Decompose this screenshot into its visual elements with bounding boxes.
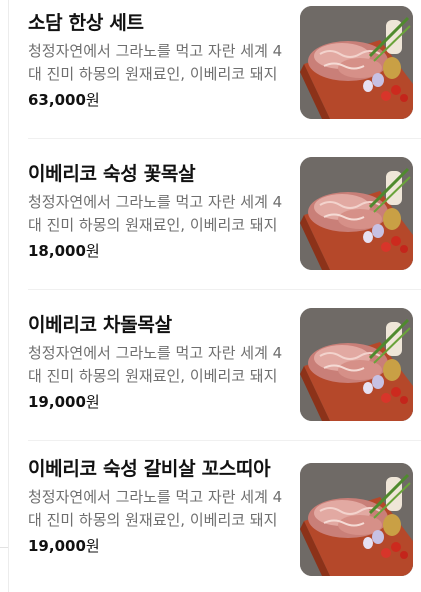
- left-border: [8, 0, 9, 592]
- price-currency: 원: [85, 537, 100, 555]
- menu-item-description: 청정자연에서 그라노를 먹고 자란 세계 4대 진미 하몽의 원재료인, 이베리…: [28, 344, 283, 385]
- menu-item-price: 19,000원: [28, 392, 284, 412]
- menu-page: 소담 한상 세트 청정자연에서 그라노를 먹고 자란 세계 4대 진미 하몽의 …: [0, 0, 421, 592]
- menu-item-price: 19,000원: [28, 536, 284, 556]
- left-divider-tick: [0, 547, 8, 548]
- menu-item-name: 이베리코 숙성 갈비살 꼬스띠아: [28, 458, 271, 480]
- menu-item-info: 이베리코 숙성 갈비살 꼬스띠아 청정자연에서 그라노를 먹고 자란 세계 4대…: [28, 453, 284, 556]
- price-currency: 원: [85, 91, 100, 109]
- menu-item-price: 18,000원: [28, 241, 284, 261]
- menu-item-info: 이베리코 숙성 꽃목살 청정자연에서 그라노를 먹고 자란 세계 4대 진미 하…: [28, 151, 284, 261]
- pork-platter-image: [300, 308, 413, 421]
- menu-item-photo[interactable]: [300, 308, 413, 421]
- price-value: 19,000: [28, 393, 86, 411]
- item-divider: [28, 138, 421, 139]
- menu-item-photo[interactable]: [300, 157, 413, 270]
- item-divider: [28, 440, 421, 441]
- menu-item-description: 청정자연에서 그라노를 먹고 자란 세계 4대 진미 하몽의 원재료인, 이베리…: [28, 488, 283, 529]
- menu-item-info: 소담 한상 세트 청정자연에서 그라노를 먹고 자란 세계 4대 진미 하몽의 …: [28, 0, 284, 110]
- menu-item-name: 이베리코 숙성 꽃목살: [28, 163, 196, 185]
- price-value: 63,000: [28, 91, 86, 109]
- price-currency: 원: [85, 393, 100, 411]
- price-currency: 원: [85, 242, 100, 260]
- price-value: 19,000: [28, 537, 86, 555]
- menu-item-info: 이베리코 차돌목살 청정자연에서 그라노를 먹고 자란 세계 4대 진미 하몽의…: [28, 302, 284, 412]
- menu-item-description: 청정자연에서 그라노를 먹고 자란 세계 4대 진미 하몽의 원재료인, 이베리…: [28, 42, 283, 83]
- item-divider: [28, 289, 421, 290]
- menu-item-photo[interactable]: [300, 6, 413, 119]
- menu-item-name: 이베리코 차돌목살: [28, 314, 172, 336]
- pork-platter-image: [300, 463, 413, 576]
- pork-platter-image: [300, 157, 413, 270]
- menu-item-photo[interactable]: [300, 463, 413, 576]
- price-value: 18,000: [28, 242, 86, 260]
- menu-item-description: 청정자연에서 그라노를 먹고 자란 세계 4대 진미 하몽의 원재료인, 이베리…: [28, 193, 283, 234]
- pork-platter-image: [300, 6, 413, 119]
- menu-item-price: 63,000원: [28, 90, 284, 110]
- menu-item-name: 소담 한상 세트: [28, 12, 144, 34]
